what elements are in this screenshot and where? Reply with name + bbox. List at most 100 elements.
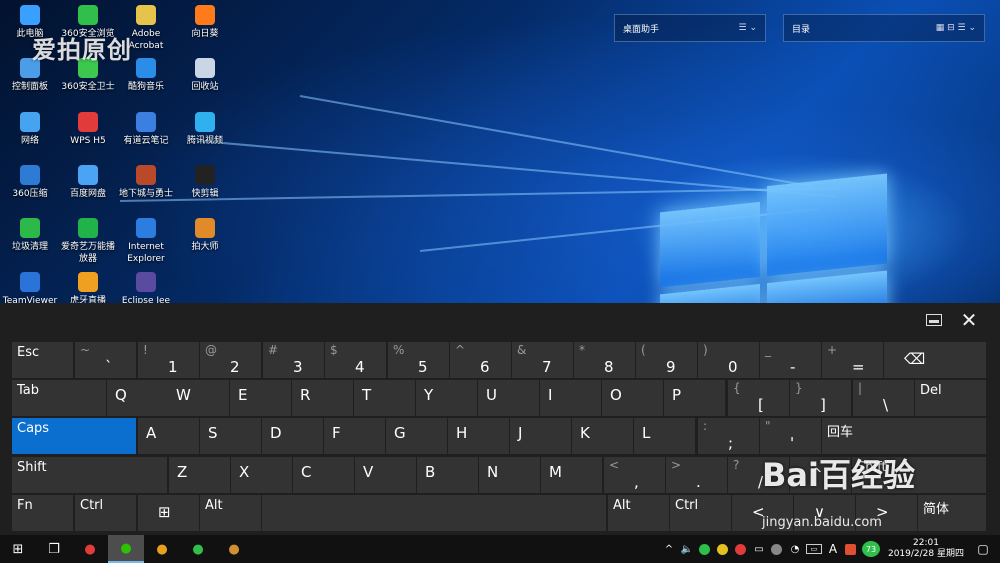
key-a[interactable]: A xyxy=(138,418,199,454)
key-alt[interactable]: Alt xyxy=(200,495,261,531)
panel-menu-icon[interactable]: ☰ ⌄ xyxy=(739,23,757,33)
key-shift[interactable]: Shift xyxy=(12,457,167,493)
desktop-icon[interactable]: 腾讯视频 xyxy=(175,112,235,147)
desktop-icon[interactable]: 360压缩 xyxy=(0,165,60,200)
key-symbol[interactable]: #3 xyxy=(263,342,324,378)
close-icon[interactable]: ✕ xyxy=(958,309,980,331)
wechat-icon[interactable]: ● xyxy=(108,535,144,563)
key-h[interactable]: H xyxy=(448,418,509,454)
desktop-assistant-panel[interactable]: 桌面助手 ☰ ⌄ xyxy=(614,14,766,42)
key-ctrl[interactable]: Ctrl xyxy=(670,495,731,531)
key-symbol[interactable]: " ' xyxy=(760,418,821,454)
key-symbol[interactable]: (9 xyxy=(636,342,697,378)
desktop-icon[interactable]: WPS H5 xyxy=(58,112,118,147)
key-y[interactable]: Y xyxy=(416,380,477,416)
key-q[interactable]: Q xyxy=(107,380,168,416)
desktop-icon[interactable]: 拍大师 xyxy=(175,218,235,253)
desktop-icon[interactable]: 百度网盘 xyxy=(58,165,118,200)
key-n[interactable]: N xyxy=(479,457,540,493)
key-u[interactable]: U xyxy=(478,380,539,416)
key-s[interactable]: S xyxy=(200,418,261,454)
temperature-badge[interactable]: 73 xyxy=(861,541,880,557)
key-e[interactable]: E xyxy=(230,380,291,416)
key-symbol[interactable]: * 8 xyxy=(574,342,635,378)
key-symbol[interactable]: ~ ` xyxy=(75,342,136,378)
key-i[interactable]: I xyxy=(540,380,601,416)
key-symbol[interactable]: $4 xyxy=(325,342,386,378)
ime-indicator[interactable]: A xyxy=(826,542,840,556)
key-w[interactable]: W xyxy=(168,380,229,416)
desktop-icon[interactable]: 爱奇艺万能播放器 xyxy=(58,218,118,265)
key-symbol[interactable]: ^ 6 xyxy=(450,342,511,378)
key-t[interactable]: T xyxy=(354,380,415,416)
app-icon-5[interactable]: ● xyxy=(216,535,252,563)
key-ctrl[interactable]: Ctrl xyxy=(75,495,136,531)
key-j[interactable]: J xyxy=(510,418,571,454)
360-browser-icon[interactable]: ● xyxy=(180,535,216,563)
desktop-icon[interactable]: 网络 xyxy=(0,112,60,147)
key-m[interactable]: M xyxy=(541,457,602,493)
tray-app-icon[interactable] xyxy=(844,542,858,556)
key-symbol[interactable]: % 5 xyxy=(388,342,449,378)
directory-panel[interactable]: 目录 ▦ ⊟ ☰ ⌄ xyxy=(783,14,985,42)
desktop-icon[interactable]: Internet Explorer xyxy=(116,218,176,265)
clock[interactable]: 22:01 2019/2/28 星期四 xyxy=(888,538,964,560)
key-r[interactable]: R xyxy=(292,380,353,416)
backspace-key[interactable]: ⌫ xyxy=(884,342,986,378)
key-f[interactable]: F xyxy=(324,418,385,454)
key-symbol[interactable]: | \ xyxy=(853,380,914,416)
key-g[interactable]: G xyxy=(386,418,447,454)
key-alt[interactable]: Alt xyxy=(608,495,669,531)
key-tab[interactable]: Tab xyxy=(12,380,106,416)
desktop-icon[interactable]: 垃圾清理 xyxy=(0,218,60,253)
key-symbol[interactable]: }] xyxy=(790,380,851,416)
start-icon[interactable]: ⊞ xyxy=(0,535,36,563)
tray-app-icon[interactable] xyxy=(716,542,730,556)
windows-key[interactable]: ⊞ xyxy=(138,495,199,531)
key-d[interactable]: D xyxy=(262,418,323,454)
key-symbol[interactable]: >. xyxy=(666,457,727,493)
key-esc[interactable]: Esc xyxy=(12,342,73,378)
keyboard-icon[interactable]: ▭ xyxy=(805,544,822,554)
desktop-icon[interactable]: 向日葵 xyxy=(175,5,235,40)
key-symbol[interactable]: @2 xyxy=(200,342,261,378)
tray-app-icon[interactable] xyxy=(770,542,784,556)
key-symbol[interactable]: ! 1 xyxy=(138,342,199,378)
tray-app-icon[interactable] xyxy=(734,542,748,556)
key-symbol[interactable]: <, xyxy=(604,457,665,493)
key-x[interactable]: X xyxy=(231,457,292,493)
key-v[interactable]: V xyxy=(355,457,416,493)
key-k[interactable]: K xyxy=(572,418,633,454)
app-icon-1[interactable]: ● xyxy=(72,535,108,563)
desktop-icon[interactable]: Eclipse Jee xyxy=(116,272,176,303)
key-space[interactable] xyxy=(262,495,606,531)
key-b[interactable]: B xyxy=(417,457,478,493)
key-del[interactable]: Del xyxy=(915,380,986,416)
desktop-icon[interactable]: 虎牙直播 xyxy=(58,272,118,303)
key-p[interactable]: P xyxy=(664,380,725,416)
desktop-icon[interactable]: 快剪辑 xyxy=(175,165,235,200)
task-view-icon[interactable]: ❐ xyxy=(36,535,72,563)
tray-app-icon[interactable] xyxy=(698,542,712,556)
key-简体[interactable]: 简体 xyxy=(918,495,986,531)
key-symbol[interactable]: _ - xyxy=(760,342,821,378)
desktop-icon[interactable]: 有道云笔记 xyxy=(116,112,176,147)
key-caps[interactable]: Caps xyxy=(12,418,136,454)
chrome-icon[interactable]: ● xyxy=(144,535,180,563)
key-回车[interactable]: 回车 xyxy=(822,418,986,454)
key-symbol[interactable]: ) 0 xyxy=(698,342,759,378)
key-symbol[interactable]: & 7 xyxy=(512,342,573,378)
key-symbol[interactable]: + = xyxy=(822,342,883,378)
panel-menu-icon[interactable]: ▦ ⊟ ☰ ⌄ xyxy=(936,23,976,33)
key-symbol[interactable]: :; xyxy=(698,418,759,454)
wifi-icon[interactable]: ◔ xyxy=(788,542,802,556)
desktop-icon[interactable]: TeamViewer xyxy=(0,272,60,303)
notifications-icon[interactable]: ▢ xyxy=(976,542,990,556)
desktop-icon[interactable]: 回收站 xyxy=(175,58,235,93)
key-c[interactable]: C xyxy=(293,457,354,493)
key-fn[interactable]: Fn xyxy=(12,495,73,531)
key-z[interactable]: Z xyxy=(169,457,230,493)
key-o[interactable]: O xyxy=(602,380,663,416)
battery-icon[interactable]: ▭ xyxy=(752,542,766,556)
chevron-up-icon[interactable]: ^ xyxy=(662,542,676,556)
